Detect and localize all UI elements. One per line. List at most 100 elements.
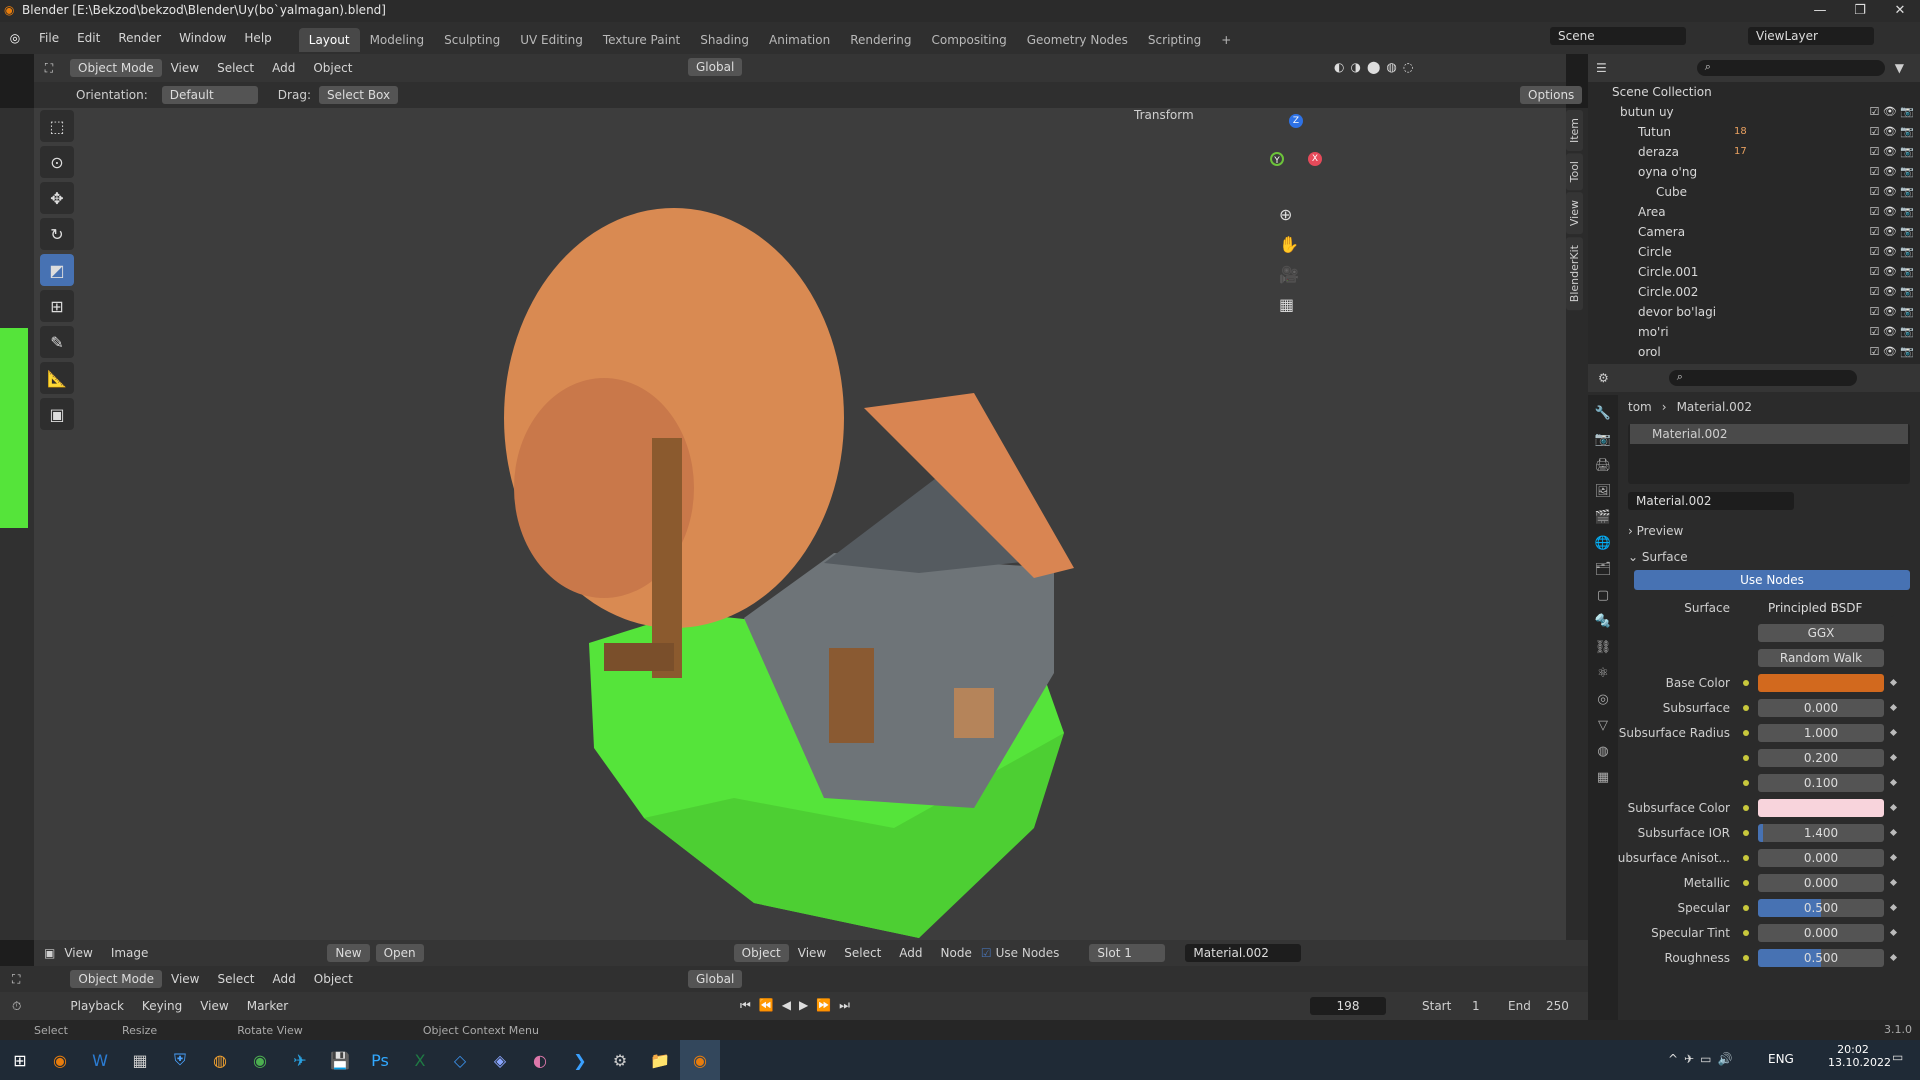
menu-window[interactable]: Window — [170, 22, 235, 54]
value-field[interactable]: 0.500 — [1758, 949, 1884, 967]
playback-controls[interactable]: ⏮⏪◀▶⏩⏭ — [740, 998, 858, 1013]
timeline-menu-marker[interactable]: Marker — [238, 990, 297, 1022]
shading-icons[interactable]: ◐◑⬤◍◌ — [1334, 60, 1419, 74]
vscode-taskbar-icon[interactable]: ❯ — [560, 1040, 600, 1080]
material-slot-row[interactable]: Material.002 — [1630, 424, 1908, 444]
visibility-icons[interactable]: ☑ 👁 📷 — [1869, 302, 1914, 322]
outliner-row[interactable]: Circle.002 ☑ 👁 📷 — [1588, 282, 1920, 302]
visibility-icons[interactable]: ☑ 👁 📷 — [1869, 102, 1914, 122]
material-slot-list[interactable]: Material.002 — [1628, 424, 1910, 484]
tab-rendering[interactable]: Rendering — [840, 28, 921, 52]
tab-geometry-nodes[interactable]: Geometry Nodes — [1017, 28, 1138, 52]
tab-tool[interactable]: Tool — [1566, 153, 1583, 191]
keyframe-dot-icon[interactable] — [1889, 878, 1898, 887]
properties-editor-icon[interactable]: ⚙ — [1598, 371, 1609, 385]
maximize-button[interactable]: ❐ — [1840, 0, 1880, 22]
visibility-icons[interactable]: ☑ 👁 📷 — [1869, 222, 1914, 242]
calculator-taskbar-icon[interactable]: ▦ — [120, 1040, 160, 1080]
gear-taskbar-icon[interactable]: ⚙ — [600, 1040, 640, 1080]
menu-edit[interactable]: Edit — [68, 22, 109, 54]
3d-viewport[interactable]: Z X Y ⊕ ✋ 🎥 ▦ Transform — [34, 108, 1566, 940]
visibility-icons[interactable]: ☑ 👁 📷 — [1869, 262, 1914, 282]
tab-sculpting[interactable]: Sculpting — [434, 28, 510, 52]
tab-view[interactable]: View — [1566, 192, 1583, 235]
value-field[interactable]: 0.000 — [1758, 874, 1884, 892]
tab-scripting[interactable]: Scripting — [1138, 28, 1211, 52]
outliner-row[interactable]: devor bo'lagi ☑ 👁 📷 — [1588, 302, 1920, 322]
outliner-editor-icon[interactable]: ☰ — [1596, 61, 1607, 75]
image-editor-icon[interactable]: ▣ — [44, 946, 55, 960]
mode-selector[interactable]: Object Mode — [70, 59, 162, 77]
outliner-row-scene-collection[interactable]: Scene Collection — [1588, 82, 1920, 102]
outliner-row[interactable]: Cube ☑ 👁 📷 — [1588, 182, 1920, 202]
surface-panel-header[interactable]: ⌄ Surface — [1628, 544, 1920, 570]
outliner-row[interactable]: mo'ri ☑ 👁 📷 — [1588, 322, 1920, 342]
keyframe-dot-icon[interactable] — [1889, 828, 1898, 837]
open-image-button[interactable]: Open — [375, 944, 424, 962]
visibility-icons[interactable]: ☑ 👁 📷 — [1869, 282, 1914, 302]
outliner-row[interactable]: orol ☑ 👁 📷 — [1588, 342, 1920, 362]
socket-dot-icon[interactable] — [1743, 805, 1749, 811]
viewport-menu-add[interactable]: Add — [263, 52, 304, 84]
slot-dropdown[interactable]: Slot 1 — [1089, 944, 1166, 962]
menu-file[interactable]: File — [30, 22, 68, 54]
keyframe-dot-icon[interactable] — [1889, 903, 1898, 912]
keyframe-dot-icon[interactable] — [1889, 728, 1898, 737]
distribution-dropdown[interactable]: GGX — [1758, 624, 1884, 642]
visibility-icons[interactable]: ☑ 👁 📷 — [1869, 202, 1914, 222]
value-field[interactable]: 0.200 — [1758, 749, 1884, 767]
viewport-menu-object[interactable]: Object — [304, 52, 361, 84]
add-workspace-button[interactable]: + — [1211, 28, 1241, 52]
value-field[interactable]: 0.000 — [1758, 849, 1884, 867]
properties-tab-icons[interactable]: 🔧 📷 🖨 🖼 🎬 🌐 🗂 ▢ 🔩 ⛓ ⚛ ◎ ▽ ◍ ▦ — [1588, 395, 1618, 791]
annotate-tool-icon[interactable]: ✎ — [40, 326, 74, 358]
discord-taskbar-icon[interactable]: ◈ — [480, 1040, 520, 1080]
tab-blenderkit[interactable]: BlenderKit — [1566, 236, 1583, 310]
value-field[interactable]: 0.500 — [1758, 899, 1884, 917]
material-name-field[interactable]: Material.002 — [1628, 492, 1794, 510]
outliner-row[interactable]: deraza 17 ☑ 👁 📷 — [1588, 142, 1920, 162]
drag-dropdown[interactable]: Select Box — [318, 86, 399, 104]
tab-item[interactable]: Item — [1566, 110, 1583, 152]
use-nodes-checkbox[interactable]: ☑ — [981, 946, 992, 960]
scale-tool-icon[interactable]: ◩ — [40, 254, 74, 286]
value-field[interactable]: 0.000 — [1758, 924, 1884, 942]
outliner-row[interactable]: Circle ☑ 👁 📷 — [1588, 242, 1920, 262]
node-menu-view[interactable]: View — [789, 937, 835, 969]
explorer-taskbar-icon[interactable]: 📁 — [640, 1040, 680, 1080]
color-field[interactable] — [1758, 799, 1884, 817]
visibility-icons[interactable]: ☑ 👁 📷 — [1869, 242, 1914, 262]
language-indicator[interactable]: ENG — [1768, 1052, 1794, 1066]
preview-panel-header[interactable]: › Preview — [1628, 518, 1920, 544]
socket-dot-icon[interactable] — [1743, 730, 1749, 736]
value-field[interactable]: 0.100 — [1758, 774, 1884, 792]
new-image-button[interactable]: New — [327, 944, 370, 962]
gizmo-z[interactable]: Z — [1289, 114, 1303, 128]
bottom-menu-object[interactable]: Object — [305, 963, 362, 995]
surface-shader-field[interactable]: Principled BSDF — [1758, 599, 1894, 617]
keyframe-dot-icon[interactable] — [1889, 928, 1898, 937]
minimize-button[interactable]: — — [1800, 0, 1840, 22]
timeline-menu-keying[interactable]: Keying — [133, 990, 191, 1022]
viewport-nav-buttons[interactable]: ⊕ ✋ 🎥 ▦ — [1279, 200, 1299, 320]
browser-taskbar-icon[interactable]: ◍ — [200, 1040, 240, 1080]
orientation-dropdown[interactable]: Default — [161, 86, 258, 104]
socket-dot-icon[interactable] — [1743, 705, 1749, 711]
color-field[interactable] — [1758, 674, 1884, 692]
outliner-row[interactable]: Area ☑ 👁 📷 — [1588, 202, 1920, 222]
use-nodes-button[interactable]: Use Nodes — [1634, 570, 1910, 590]
socket-dot-icon[interactable] — [1743, 680, 1749, 686]
tab-shading[interactable]: Shading — [690, 28, 759, 52]
outliner-search-input[interactable]: ⌕ — [1696, 60, 1885, 76]
timeline-menu-view[interactable]: View — [191, 990, 237, 1022]
blender-menu-icon[interactable]: ◎ — [0, 31, 30, 45]
socket-dot-icon[interactable] — [1743, 880, 1749, 886]
image-menu-image[interactable]: Image — [102, 937, 158, 969]
socket-dot-icon[interactable] — [1743, 755, 1749, 761]
app-taskbar-icon[interactable]: ◇ — [440, 1040, 480, 1080]
end-frame-field[interactable]: 250 — [1546, 999, 1569, 1013]
tab-compositing[interactable]: Compositing — [921, 28, 1016, 52]
menu-render[interactable]: Render — [109, 22, 170, 54]
gizmo-x[interactable]: X — [1308, 152, 1322, 166]
value-field[interactable]: 1.400 — [1758, 824, 1884, 842]
